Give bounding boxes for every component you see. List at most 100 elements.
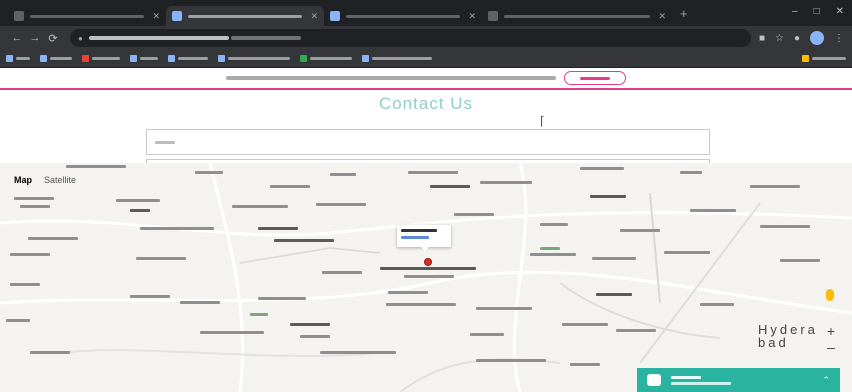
map-place-label: [28, 237, 78, 240]
toolbar-icons: ■ ☆ ● ⋮: [759, 31, 844, 45]
name-field-placeholder: [155, 140, 175, 144]
tab-title: [346, 14, 461, 18]
bookmark-favicon-icon: [40, 55, 47, 62]
embedded-map[interactable]: Map Satellite Hyderabad + –: [0, 163, 852, 392]
chat-widget[interactable]: ⌃: [637, 368, 840, 392]
map-place-label: [596, 293, 632, 296]
start-now-label: [580, 76, 610, 80]
map-place-label: [10, 253, 50, 256]
map-zoom-control: + –: [820, 323, 842, 363]
map-view-toggle[interactable]: Map: [14, 175, 32, 185]
map-city-label: Hyderabad: [758, 322, 818, 350]
name-field[interactable]: [146, 129, 710, 155]
map-place-label: [116, 199, 160, 202]
bookmark-item[interactable]: [218, 55, 290, 62]
bookmark-item[interactable]: [82, 55, 120, 62]
map-place-label: [480, 181, 532, 184]
popup-title: [401, 229, 437, 232]
map-place-label: [530, 253, 576, 256]
zoom-out-button[interactable]: –: [827, 339, 835, 355]
map-info-popup[interactable]: [397, 225, 451, 251]
apps-icon: [6, 55, 13, 62]
tab-close-icon[interactable]: ✕: [468, 11, 476, 22]
folder-icon: [802, 55, 809, 62]
bookmark-favicon-icon: [82, 55, 89, 62]
tab-title: [188, 14, 303, 18]
bookmark-item[interactable]: [130, 55, 158, 62]
close-window-button[interactable]: ✕: [836, 6, 844, 17]
bookmark-item[interactable]: [168, 55, 208, 62]
map-place-label: [316, 203, 366, 206]
minimize-button[interactable]: –: [792, 6, 798, 17]
start-now-button[interactable]: [564, 71, 626, 85]
browser-tab[interactable]: ✕: [324, 6, 482, 26]
page-title: Contact Us: [378, 94, 474, 113]
location-pin-icon[interactable]: [424, 258, 432, 266]
map-place-label: [620, 229, 660, 232]
map-place-label: [14, 197, 54, 200]
url-path: [230, 36, 301, 40]
browser-tab-active[interactable]: ✕: [166, 6, 324, 26]
map-place-label: [6, 319, 30, 322]
site-builder-banner: [0, 68, 852, 90]
satellite-view-toggle[interactable]: Satellite: [44, 175, 76, 185]
other-bookmarks[interactable]: [802, 55, 846, 62]
bookmark-favicon-icon: [168, 55, 175, 62]
bookmark-item[interactable]: [6, 55, 30, 62]
map-place-label: [250, 313, 268, 316]
back-button[interactable]: ←: [8, 32, 26, 44]
map-place-label: [404, 275, 454, 278]
tab-title: [504, 14, 651, 18]
bookmark-star-icon[interactable]: ☆: [775, 33, 784, 44]
map-place-label: [320, 351, 396, 354]
maximize-button[interactable]: □: [814, 6, 820, 17]
bookmark-item[interactable]: [300, 55, 352, 62]
new-tab-button[interactable]: +: [680, 6, 688, 21]
street-view-pegman-icon[interactable]: [826, 289, 834, 301]
tab-close-icon[interactable]: ✕: [310, 11, 318, 22]
tab-close-icon[interactable]: ✕: [152, 11, 160, 22]
bookmark-item[interactable]: [362, 55, 432, 62]
extension-icon[interactable]: ■: [759, 33, 765, 44]
reload-button[interactable]: ⟳: [44, 32, 62, 45]
map-place-label: [258, 297, 306, 300]
map-place-label: [130, 209, 150, 212]
map-place-label: [200, 331, 264, 334]
bookmark-item[interactable]: [40, 55, 72, 62]
map-place-label: [270, 185, 310, 188]
map-place-label: [430, 185, 470, 188]
tab-favicon-icon: [330, 11, 340, 21]
bookmark-favicon-icon: [362, 55, 369, 62]
map-place-label: [680, 171, 702, 174]
bookmark-favicon-icon: [300, 55, 307, 62]
chat-widget-text: [671, 375, 731, 385]
extensions-puzzle-icon[interactable]: ●: [794, 33, 800, 44]
map-place-label: [580, 167, 624, 170]
bookmarks-bar: [0, 50, 852, 68]
map-place-label: [330, 173, 356, 176]
forward-button[interactable]: →: [26, 32, 44, 44]
lock-icon[interactable]: ●: [78, 34, 83, 43]
map-place-label: [540, 247, 560, 250]
chevron-up-icon[interactable]: ⌃: [822, 375, 830, 386]
profile-avatar[interactable]: [810, 31, 824, 45]
map-place-label: [562, 323, 608, 326]
menu-kebab-icon[interactable]: ⋮: [834, 33, 844, 44]
map-place-label: [140, 227, 214, 230]
popup-directions-link[interactable]: [401, 236, 429, 239]
bookmark-favicon-icon: [218, 55, 225, 62]
browser-tab[interactable]: ✕: [8, 6, 166, 26]
map-place-label: [780, 259, 820, 262]
zoom-in-button[interactable]: +: [827, 323, 835, 339]
tab-close-icon[interactable]: ✕: [658, 11, 666, 22]
address-bar[interactable]: ●: [70, 29, 751, 47]
browser-tab[interactable]: ✕: [482, 6, 672, 26]
chat-widget-title: [671, 375, 701, 379]
tab-favicon-icon: [488, 11, 498, 21]
banner-message: [226, 76, 556, 80]
map-place-label: [180, 301, 220, 304]
url-text: [88, 36, 229, 40]
map-place-label: [700, 303, 734, 306]
map-place-label: [195, 171, 223, 174]
tab-favicon-icon: [172, 11, 182, 21]
